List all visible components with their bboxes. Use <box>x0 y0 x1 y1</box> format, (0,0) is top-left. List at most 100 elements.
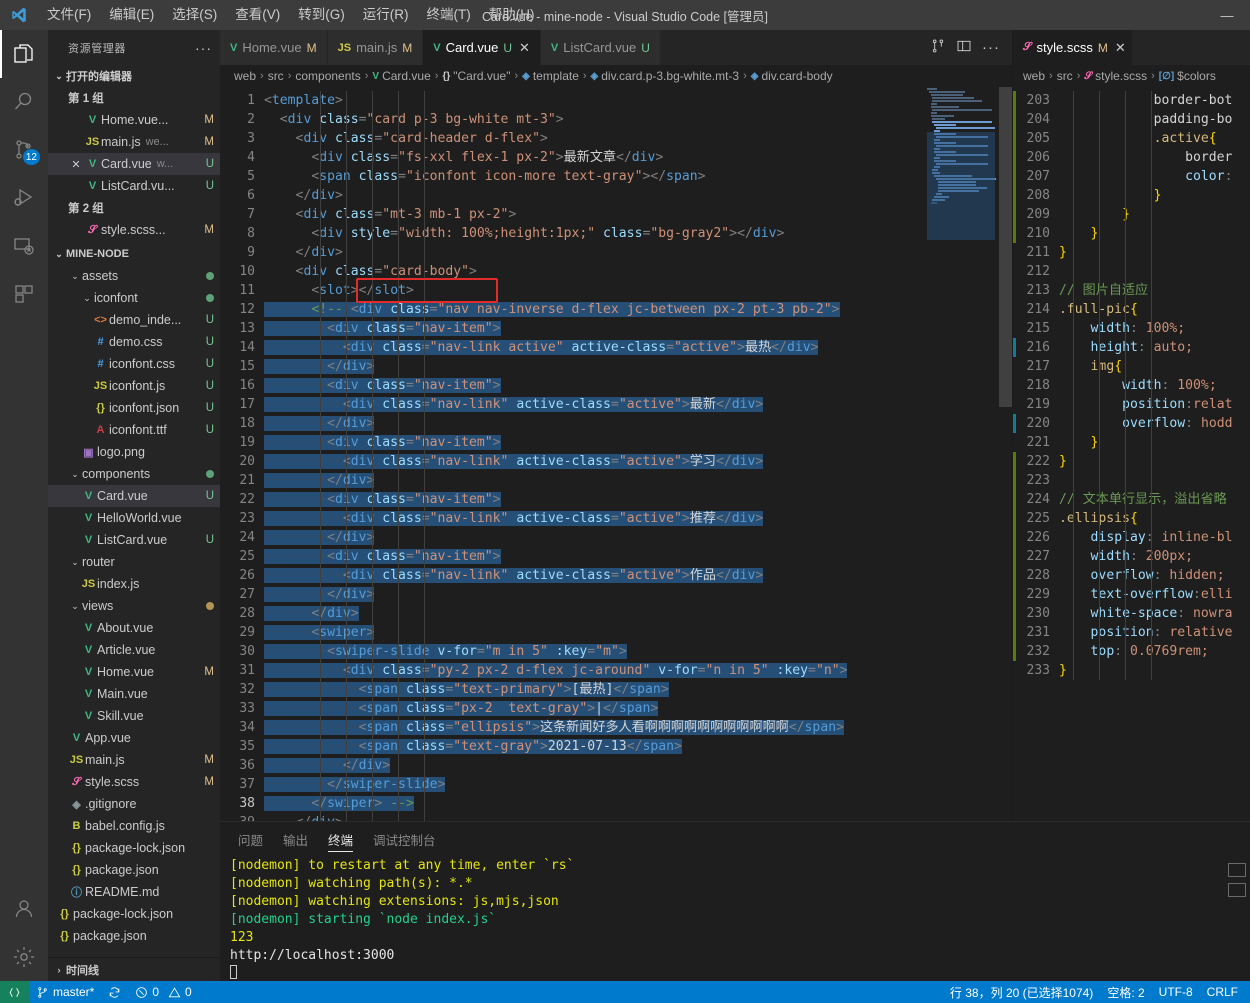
code-line[interactable]: white-space: nowra <box>1059 604 1250 623</box>
code-line[interactable]: ············<span class="text-gray">2021… <box>264 737 1012 756</box>
code-line[interactable]: ············<span class="px-2 text-gray"… <box>264 699 1012 718</box>
tab-card-vue[interactable]: V Card.vue U ✕ <box>423 30 541 65</box>
split-editor-icon[interactable] <box>930 38 946 57</box>
code-line[interactable]: <span class="iconfont icon-more text-gra… <box>264 167 1012 186</box>
tree-file[interactable]: V Home.vue M <box>48 661 220 683</box>
tree-file[interactable]: V Skill.vue <box>48 705 220 727</box>
code-line[interactable]: ······</swiper> --> <box>264 794 1012 813</box>
indentation-setting[interactable]: 空格: 2 <box>1100 981 1151 1003</box>
code-line[interactable]: } <box>1059 452 1250 471</box>
code-line[interactable]: ········<div class="nav-item"> <box>264 319 1012 338</box>
code-content[interactable]: <template> <div class="card p-3 bg-white… <box>264 87 1012 821</box>
code-line[interactable]: ········</swiper-slide> <box>264 775 1012 794</box>
git-sync-button[interactable] <box>101 981 128 1003</box>
code-line[interactable]: } <box>1059 186 1250 205</box>
code-line[interactable]: ············<span class="ellipsis">这条新闻好… <box>264 718 1012 737</box>
tree-file[interactable]: V Card.vue U <box>48 485 220 507</box>
code-line[interactable]: border-bot <box>1059 91 1250 110</box>
tree-file[interactable]: V Article.vue <box>48 639 220 661</box>
editor-scrollbar[interactable] <box>999 87 1012 821</box>
code-line[interactable] <box>1059 262 1250 281</box>
close-icon[interactable]: ✕ <box>519 40 530 56</box>
terminal-output[interactable]: [nodemon] to restart at any time, enter … <box>220 857 1250 981</box>
breadcrumb-style-scss[interactable]: style.scss <box>1095 69 1147 83</box>
breadcrumb-web[interactable]: web <box>234 69 256 83</box>
code-line[interactable]: ··········<div class="py-2 px-2 d-flex j… <box>264 661 1012 680</box>
remote-host-indicator[interactable] <box>0 981 29 1003</box>
breadcrumb-card-symbol[interactable]: "Card.vue" <box>453 69 510 83</box>
code-line[interactable]: display: inline-bl <box>1059 528 1250 547</box>
breadcrumb[interactable]: web › src › components › V Card.vue › {}… <box>220 65 1012 87</box>
tree-file[interactable]: {} package.json <box>48 925 220 947</box>
editor-more-actions-icon[interactable]: ··· <box>982 39 1000 56</box>
open-editor-item[interactable]: ✕ V Card.vue w... U <box>48 153 220 175</box>
panel-tab-output[interactable]: 输出 <box>275 822 316 857</box>
code-line[interactable]: overflow: hodd <box>1059 414 1250 433</box>
code-line[interactable]: } <box>1059 224 1250 243</box>
code-line[interactable]: .active{ <box>1059 129 1250 148</box>
code-line[interactable]: <template> <box>264 91 1012 110</box>
code-line[interactable]: border <box>1059 148 1250 167</box>
code-line[interactable]: img{ <box>1059 357 1250 376</box>
tree-file[interactable]: # iconfont.css U <box>48 353 220 375</box>
code-line[interactable]: ··········</div> <box>264 756 1012 775</box>
eol-setting[interactable]: CRLF <box>1200 981 1250 1003</box>
code-line[interactable]: <div class="card-header d-flex"> <box>264 129 1012 148</box>
activity-source-control-icon[interactable]: 12 <box>0 126 48 174</box>
breadcrumb-div-card-body[interactable]: div.card-body <box>761 69 832 83</box>
tree-file[interactable]: {} package-lock.json <box>48 903 220 925</box>
menu-selection[interactable]: 选择(S) <box>163 0 226 30</box>
activity-run-debug-icon[interactable] <box>0 174 48 222</box>
code-line[interactable]: <div class="mt-3 mb-1 px-2"> <box>264 205 1012 224</box>
breadcrumb-src[interactable]: src <box>1057 69 1073 83</box>
code-line[interactable]: <div style="width: 100%;height:1px;" cla… <box>264 224 1012 243</box>
breadcrumb-colors-var[interactable]: $colors <box>1177 69 1216 83</box>
tab-main-js[interactable]: JS main.js M <box>327 30 424 65</box>
code-line[interactable]: top: 0.0769rem; <box>1059 642 1250 661</box>
tree-folder[interactable]: ⌄ iconfont <box>48 287 220 309</box>
tree-file[interactable]: V HelloWorld.vue <box>48 507 220 529</box>
scrollbar-thumb[interactable] <box>999 87 1012 407</box>
menu-file[interactable]: 文件(F) <box>38 0 100 30</box>
code-line[interactable]: ··········<div class="nav-link" active-c… <box>264 566 1012 585</box>
tree-file[interactable]: {} package.json <box>48 859 220 881</box>
code-line[interactable]: width: 100%; <box>1059 376 1250 395</box>
activity-accounts-icon[interactable] <box>0 885 48 933</box>
code-line[interactable]: ······<swiper> <box>264 623 1012 642</box>
breadcrumb-template[interactable]: template <box>533 69 579 83</box>
code-line[interactable]: ············<span class="text-primary">[… <box>264 680 1012 699</box>
menu-help[interactable]: 帮助(H) <box>480 0 544 30</box>
tab-listcard-vue[interactable]: V ListCard.vue U <box>540 30 661 65</box>
code-line[interactable]: padding-bo <box>1059 110 1250 129</box>
menu-run[interactable]: 运行(R) <box>354 0 418 30</box>
code-line[interactable]: <div class="card p-3 bg-white mt-3"> <box>264 110 1012 129</box>
code-line[interactable]: ········<div class="nav-item"> <box>264 376 1012 395</box>
code-line[interactable]: // 文本单行显示，溢出省略 <box>1059 490 1250 509</box>
tree-file[interactable]: <> demo_inde... U <box>48 309 220 331</box>
code-line[interactable]: ··········<div class="nav-link active" a… <box>264 338 1012 357</box>
code-line[interactable]: ········<div class="nav-item"> <box>264 547 1012 566</box>
tree-file[interactable]: JS iconfont.js U <box>48 375 220 397</box>
code-line[interactable]: text-overflow:elli <box>1059 585 1250 604</box>
tree-folder[interactable]: ⌄ components <box>48 463 220 485</box>
code-line[interactable]: </div> <box>264 186 1012 205</box>
code-line[interactable]: </div> <box>264 243 1012 262</box>
problems-indicator[interactable]: 0 0 <box>128 981 198 1003</box>
menu-terminal[interactable]: 终端(T) <box>418 0 480 30</box>
breadcrumb-div-card[interactable]: div.card.p-3.bg-white.mt-3 <box>601 69 739 83</box>
window-controls[interactable]: — <box>1204 0 1250 30</box>
code-line[interactable]: ··········<div class="nav-link" active-c… <box>264 509 1012 528</box>
code-line[interactable]: ········<div class="nav-item"> <box>264 433 1012 452</box>
menu-bar[interactable]: 文件(F) 编辑(E) 选择(S) 查看(V) 转到(G) 运行(R) 终端(T… <box>38 0 544 30</box>
breadcrumb-card-vue[interactable]: Card.vue <box>382 69 431 83</box>
tree-file[interactable]: V ListCard.vue U <box>48 529 220 551</box>
code-line[interactable] <box>1059 471 1250 490</box>
terminal-kill-icon[interactable] <box>1228 883 1246 897</box>
code-line[interactable]: width: 200px; <box>1059 547 1250 566</box>
tree-file[interactable]: JS index.js <box>48 573 220 595</box>
code-line[interactable]: <slot></slot> <box>264 281 1012 300</box>
terminal-side-controls[interactable] <box>1228 863 1246 897</box>
close-icon[interactable]: ✕ <box>1115 40 1126 56</box>
activity-settings-gear-icon[interactable] <box>0 933 48 981</box>
breadcrumb-web[interactable]: web <box>1023 69 1045 83</box>
